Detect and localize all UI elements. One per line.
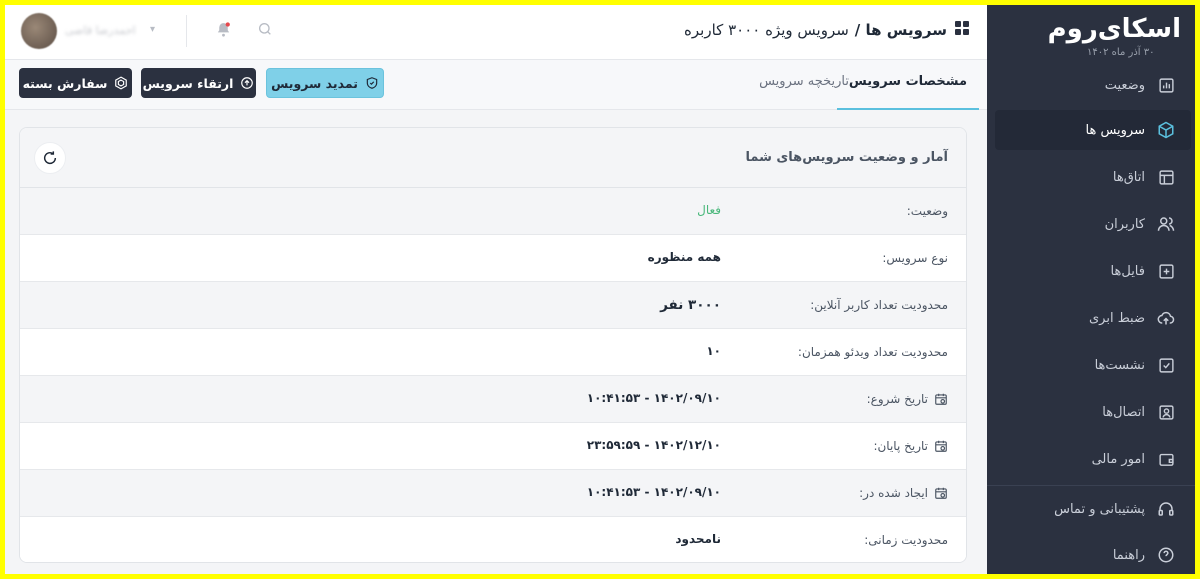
search-icon[interactable] [257,21,273,41]
stat-value: ۱۰ [706,344,721,358]
stat-row-start-date: تاریخ شروع: ۱۴۰۲/۰۹/۱۰ - ۱۰:۴۱:۵۳ [20,376,966,423]
stat-value: ۳۰۰۰ نفر [660,297,721,313]
chart-icon [1157,76,1175,94]
tab-service-specs[interactable]: مشخصات سرویس [836,74,980,110]
sidebar-item-rooms[interactable]: اتاق‌ها [995,157,1191,197]
upgrade-service-button[interactable]: ارتقاء سرویس [141,68,256,98]
app-frame: اسکای‌روم ۳۰ آذر ماه ۱۴۰۲ وضعیت سرویس ها… [5,5,1195,574]
app-logo[interactable]: اسکای‌روم [987,13,1182,45]
sidebar-item-label: اتصال‌ها [1102,404,1145,420]
service-stats-card: آمار و وضعیت سرویس‌های شما وضعیت: فعال ن… [19,127,967,563]
tab-service-history[interactable]: تاریخچه سرویس [759,74,849,110]
stat-value: ۱۴۰۲/۰۹/۱۰ - ۱۰:۴۱:۵۳ [586,391,721,405]
order-package-label: سفارش بسته [22,75,108,91]
stat-row-created-at: ایجاد شده در: ۱۴۰۲/۰۹/۱۰ - ۱۰:۴۱:۵۳ [20,470,966,517]
tab-bar: مشخصات سرویس تاریخچه سرویس تمدید سرویس ا… [5,60,987,110]
shield-icon [365,76,379,90]
status-badge: فعال [697,203,721,217]
sidebar-item-status[interactable]: وضعیت [995,65,1191,105]
stat-row-time-limit: محدودیت زمانی: نامحدود [20,517,966,562]
sidebar-item-help[interactable]: راهنما [995,535,1191,574]
stat-value: همه منظوره [647,250,721,264]
breadcrumb-section[interactable]: سرویس ها / [855,21,947,39]
stat-value: ۱۴۰۲/۰۹/۱۰ - ۱۰:۴۱:۵۳ [586,485,721,499]
stat-label: وضعیت: [906,204,948,218]
sidebar-item-label: سرویس ها [1085,122,1145,138]
stat-row-online-limit: محدودیت تعداد کاربر آنلاین: ۳۰۰۰ نفر [20,282,966,329]
users-icon [1157,215,1175,233]
avatar[interactable] [21,13,57,49]
stat-label: محدودیت تعداد کاربر آنلاین: [810,298,948,312]
page-title: سرویس ها / سرویس ویژه ۳۰۰۰ کاربره [684,21,969,39]
cube-icon [1157,121,1175,139]
sidebar-item-support[interactable]: پشتیبانی و تماس [995,489,1191,529]
user-name[interactable]: احمدرضا قاضی [65,24,136,37]
help-icon [1157,546,1175,564]
renew-service-button[interactable]: تمدید سرویس [266,68,384,98]
stats-list: وضعیت: فعال نوع سرویس: همه منظوره محدودی… [20,188,966,562]
checkbox-icon [1157,356,1175,374]
stat-label: محدودیت تعداد ویدئو همزمان: [797,345,948,359]
sidebar-divider [987,485,1195,486]
package-icon [114,76,128,90]
upgrade-service-label: ارتقاء سرویس [142,75,234,91]
stat-row-end-date: تاریخ پایان: ۱۴۰۲/۱۲/۱۰ - ۲۳:۵۹:۵۹ [20,423,966,470]
headset-icon [1157,500,1175,518]
stat-label: محدودیت زمانی: [864,533,948,547]
sidebar-item-label: امور مالی [1091,451,1145,467]
stat-label: تاریخ پایان: [873,439,928,453]
notification-bell-icon[interactable] [215,21,232,42]
brand: اسکای‌روم ۳۰ آذر ماه ۱۴۰۲ [987,5,1195,65]
sidebar-item-label: راهنما [1112,547,1145,563]
current-date: ۳۰ آذر ماه ۱۴۰۲ [1087,47,1155,58]
chevron-down-icon[interactable]: ▾ [150,24,155,35]
sidebar-item-label: وضعیت [1104,77,1145,93]
order-package-button[interactable]: سفارش بسته [19,68,132,98]
sidebar-item-files[interactable]: فایل‌ها [995,251,1191,291]
wallet-icon [1157,450,1175,468]
stat-value: ۱۴۰۲/۱۲/۱۰ - ۲۳:۵۹:۵۹ [586,438,721,452]
stat-label-with-icon: تاریخ پایان: [873,439,948,453]
renew-service-label: تمدید سرویس [271,75,358,91]
stat-value: نامحدود [675,532,721,546]
layout-icon [1157,168,1175,186]
card-header: آمار و وضعیت سرویس‌های شما [20,128,966,188]
file-plus-icon [1157,262,1175,280]
stat-row-status: وضعیت: فعال [20,188,966,235]
sidebar-item-sessions[interactable]: نشست‌ها [995,345,1191,385]
sidebar-item-label: پشتیبانی و تماس [1054,501,1145,517]
refresh-icon [43,151,57,165]
sidebar-item-label: اتاق‌ها [1112,169,1145,185]
sidebar-item-users[interactable]: کاربران [995,204,1191,244]
breadcrumb-current: سرویس ویژه ۳۰۰۰ کاربره [684,21,849,39]
stat-label: ایجاد شده در: [859,486,928,500]
cloud-upload-icon [1157,309,1175,327]
refresh-button[interactable] [34,142,66,174]
grid-icon [955,21,969,39]
calendar-icon [934,486,948,500]
sidebar-item-finance[interactable]: امور مالی [995,439,1191,479]
sidebar-item-services[interactable]: سرویس ها [995,110,1191,150]
stat-row-service-type: نوع سرویس: همه منظوره [20,235,966,282]
sidebar: اسکای‌روم ۳۰ آذر ماه ۱۴۰۲ وضعیت سرویس ها… [987,5,1195,574]
calendar-icon [934,392,948,406]
sidebar-item-label: ضبط ابری [1088,310,1145,326]
sidebar-item-connections[interactable]: اتصال‌ها [995,392,1191,432]
sidebar-item-label: نشست‌ها [1094,357,1145,373]
user-card-icon [1157,403,1175,421]
sidebar-item-label: کاربران [1104,216,1145,232]
card-title: آمار و وضعیت سرویس‌های شما [745,150,948,165]
stat-row-video-limit: محدودیت تعداد ویدئو همزمان: ۱۰ [20,329,966,376]
top-header: سرویس ها / سرویس ویژه ۳۰۰۰ کاربره ▾ احمد… [5,5,987,60]
stat-label-with-icon: تاریخ شروع: [867,392,948,406]
upload-circle-icon [240,76,254,90]
stat-label-with-icon: ایجاد شده در: [859,486,948,500]
stat-label: نوع سرویس: [882,251,948,265]
stat-label: تاریخ شروع: [866,392,928,406]
sidebar-item-cloud-recording[interactable]: ضبط ابری [995,298,1191,338]
calendar-icon [934,439,948,453]
header-divider [186,15,187,47]
sidebar-item-label: فایل‌ها [1110,263,1145,279]
